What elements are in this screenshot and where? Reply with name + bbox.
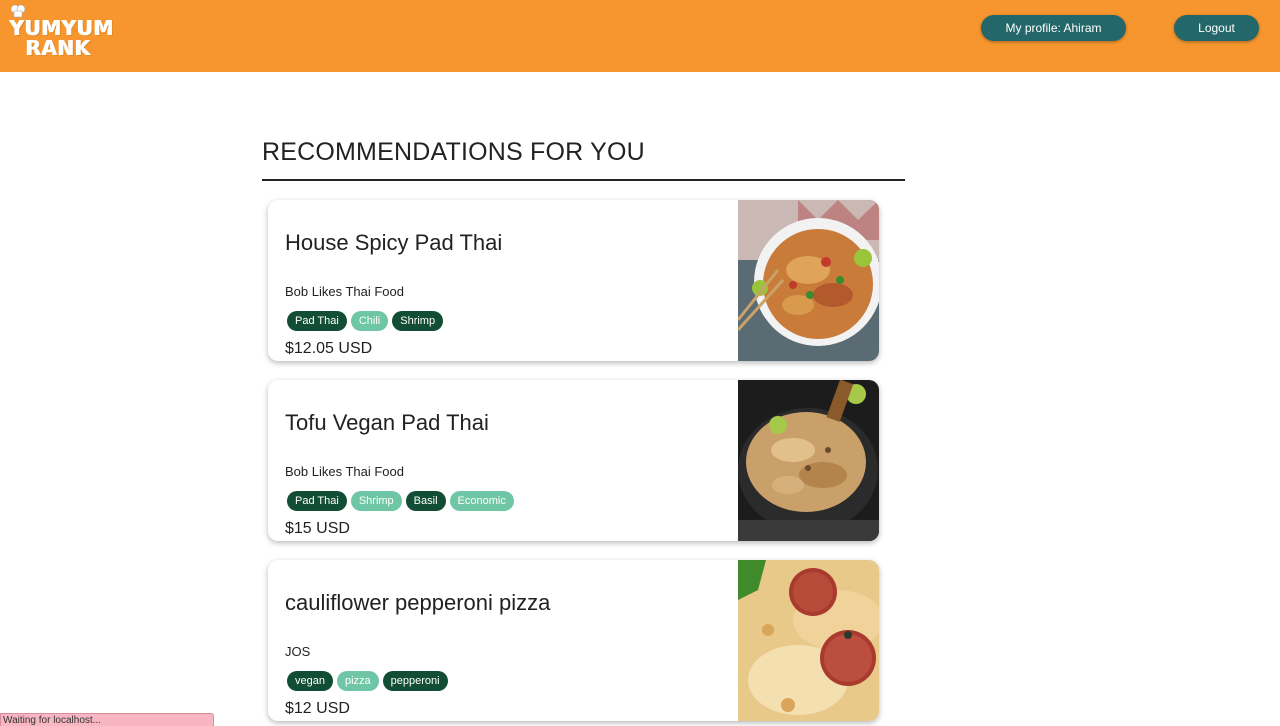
- browser-status-bar: Waiting for localhost...: [0, 713, 214, 726]
- logo-text-bottom: RANK: [26, 36, 92, 60]
- pad-thai-bowl-image: [738, 200, 879, 361]
- dish-price: $12 USD: [285, 700, 350, 717]
- dish-title[interactable]: cauliflower pepperoni pizza: [285, 590, 550, 616]
- restaurant-name: Bob Likes Thai Food: [285, 284, 404, 299]
- dish-title[interactable]: House Spicy Pad Thai: [285, 230, 502, 256]
- top-navbar: YUMYUM RANK My profile: Ahiram Logout: [0, 0, 1280, 72]
- recommendation-card[interactable]: House Spicy Pad Thai Bob Likes Thai Food…: [268, 200, 879, 361]
- tag-badge: Shrimp: [392, 311, 444, 331]
- tag-list: vegan pizza pepperoni: [287, 671, 448, 691]
- recommendation-card[interactable]: Tofu Vegan Pad Thai Bob Likes Thai Food …: [268, 380, 879, 541]
- yumyum-rank-logo[interactable]: YUMYUM RANK: [8, 4, 115, 60]
- tag-badge: Pad Thai: [287, 491, 347, 511]
- logout-button[interactable]: Logout: [1174, 15, 1259, 41]
- tag-badge: Economic: [449, 491, 514, 511]
- tag-badge: Basil: [405, 491, 446, 511]
- dish-price: $15 USD: [285, 520, 350, 537]
- tag-badge: Pad Thai: [287, 311, 347, 331]
- restaurant-name: Bob Likes Thai Food: [285, 464, 404, 479]
- section-divider: [262, 179, 905, 181]
- pad-thai-pan-image: [738, 380, 879, 541]
- section-title: RECOMMENDATIONS FOR YOU: [262, 138, 645, 166]
- tag-list: Pad Thai Shrimp Basil Economic: [287, 491, 514, 511]
- restaurant-name: JOS: [285, 644, 311, 659]
- dish-title[interactable]: Tofu Vegan Pad Thai: [285, 410, 489, 436]
- tag-badge: Shrimp: [350, 491, 402, 511]
- tag-list: Pad Thai Chili Shrimp: [287, 311, 444, 331]
- logo-text-top: YUMYUM: [10, 16, 115, 40]
- my-profile-button[interactable]: My profile: Ahiram: [981, 15, 1126, 41]
- dish-price: $12.05 USD: [285, 340, 373, 357]
- tag-badge: pepperoni: [382, 671, 448, 691]
- pepperoni-pizza-image: [738, 560, 879, 721]
- tag-badge: Chili: [350, 311, 389, 331]
- tag-badge: pizza: [336, 671, 379, 691]
- tag-badge: vegan: [287, 671, 333, 691]
- recommendation-card[interactable]: cauliflower pepperoni pizza JOS vegan pi…: [268, 560, 879, 721]
